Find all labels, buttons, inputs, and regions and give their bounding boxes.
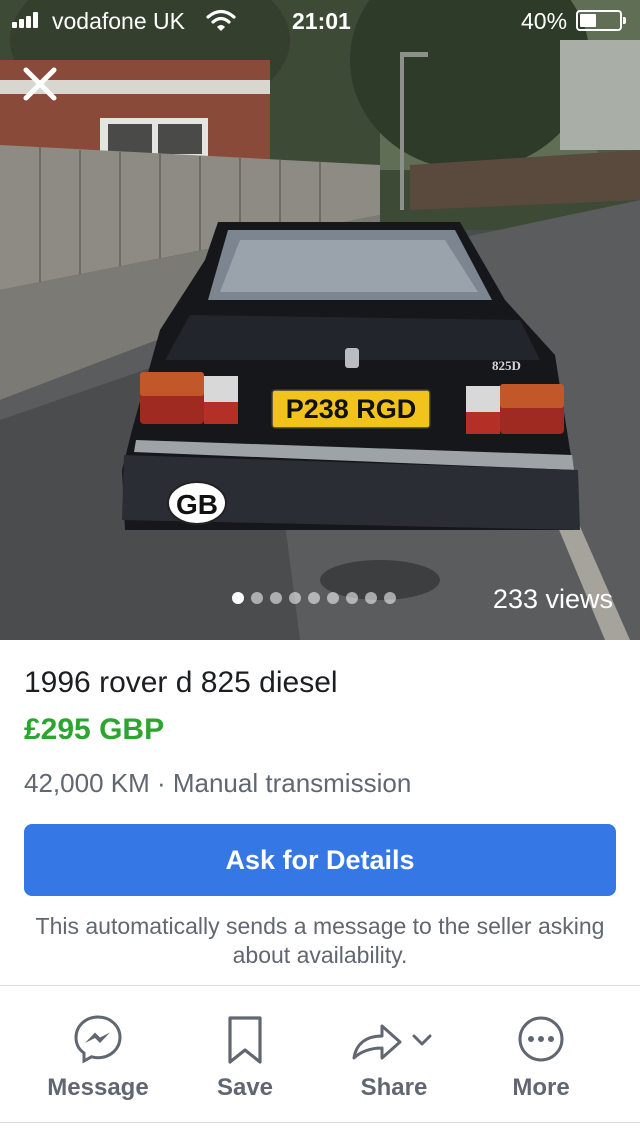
more-button[interactable]: More (467, 1000, 615, 1110)
view-count: 233 views (492, 584, 613, 614)
close-icon[interactable] (22, 66, 58, 102)
pager-dot[interactable] (346, 592, 358, 604)
photo-pager[interactable] (232, 592, 396, 606)
more-label: More (512, 1074, 570, 1101)
model-badge: 825D (492, 358, 521, 373)
pager-dot[interactable] (270, 592, 282, 604)
ask-note: This automatically sends a message to th… (35, 913, 605, 968)
listing-price: £295 GBP (24, 713, 165, 746)
signal-icon (12, 12, 42, 28)
carrier-name: vodafone UK (52, 8, 185, 34)
pager-dot[interactable] (289, 592, 301, 604)
battery-percent: 40% (521, 8, 568, 34)
car-photo: P238 RGD 825D GB (0, 0, 640, 640)
more-dots-icon (518, 1016, 564, 1062)
message-label: Message (47, 1074, 149, 1101)
share-arrow-icon (352, 1024, 432, 1060)
listing-photo[interactable]: P238 RGD 825D GB vodafone UK 21:01 40% 2… (0, 0, 640, 640)
status-bar: vodafone UK 21:01 40% (0, 0, 640, 40)
messenger-icon (74, 1015, 122, 1064)
bookmark-icon (228, 1016, 262, 1064)
pager-dot[interactable] (327, 592, 339, 604)
listing-meta: 42,000 KM · Manual transmission (24, 768, 412, 798)
status-time: 21:01 (292, 8, 351, 34)
battery-icon (576, 10, 626, 31)
share-label: Share (360, 1074, 428, 1101)
pager-dot[interactable] (251, 592, 263, 604)
pager-dot[interactable] (308, 592, 320, 604)
save-label: Save (216, 1074, 274, 1101)
message-button[interactable]: Message (24, 1000, 172, 1110)
action-bar: Message Save Share More (0, 1000, 640, 1120)
pager-dot[interactable] (365, 592, 377, 604)
bottom-divider (0, 1122, 640, 1123)
gb-badge-text: GB (176, 489, 218, 520)
divider (0, 985, 640, 986)
wifi-icon (206, 9, 236, 31)
pager-dot[interactable] (384, 592, 396, 604)
save-button[interactable]: Save (171, 1000, 319, 1110)
ask-for-details-button[interactable]: Ask for Details (24, 824, 616, 896)
plate-text: P238 RGD (286, 394, 417, 424)
share-button[interactable]: Share (320, 1000, 468, 1110)
listing-title: 1996 rover d 825 diesel (24, 666, 338, 699)
pager-dot[interactable] (232, 592, 244, 604)
